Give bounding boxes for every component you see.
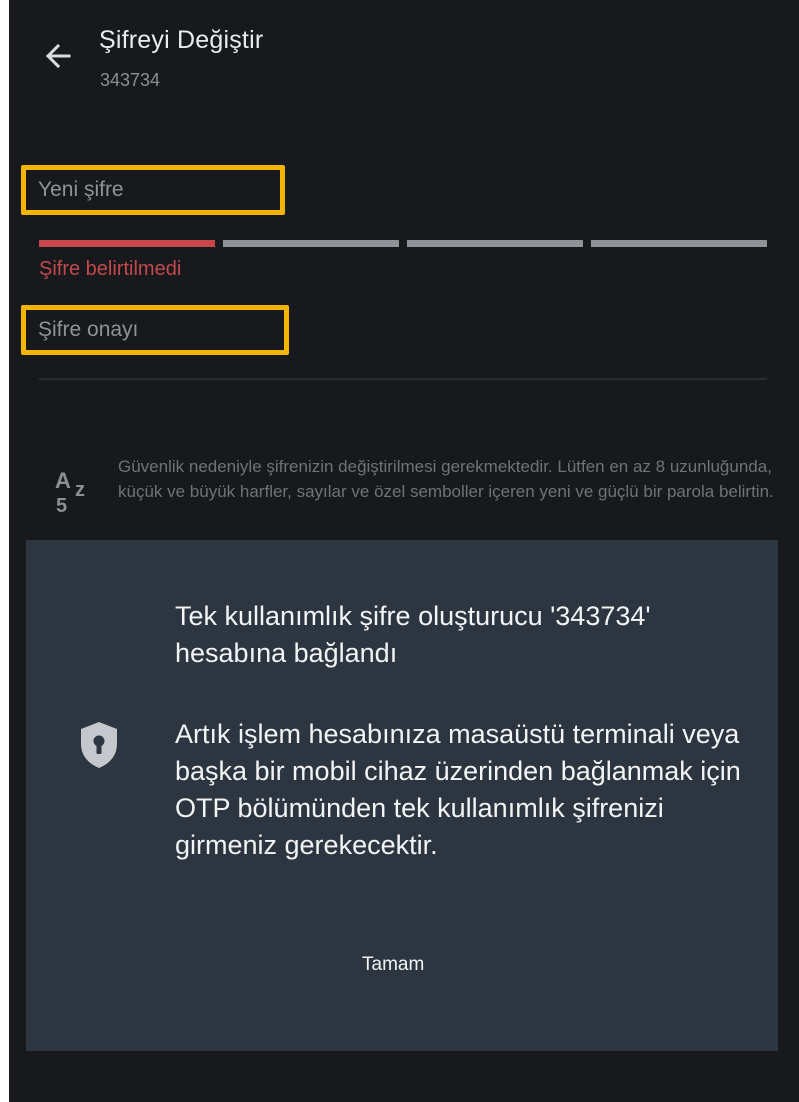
svg-text:z: z [75, 479, 85, 501]
back-button[interactable] [39, 34, 83, 78]
ok-button[interactable]: Tamam [342, 946, 444, 984]
password-strength-label: Şifre belirtilmedi [39, 258, 182, 280]
page-title: Şifreyi Değiştir [99, 26, 264, 54]
dialog-actions: Tamam [26, 740, 778, 975]
strength-bar-4 [591, 240, 767, 247]
az5-icon: A z 5 [53, 462, 97, 522]
account-number: 343734 [100, 70, 161, 90]
confirm-password-input[interactable] [21, 305, 289, 355]
otp-linked-dialog: Tek kullanımlık şifre oluşturucu '343734… [26, 540, 778, 1051]
new-password-input[interactable] [21, 165, 285, 215]
dialog-heading: Tek kullanımlık şifre oluşturucu '343734… [175, 601, 651, 668]
strength-bar-2 [223, 240, 399, 247]
svg-text:5: 5 [56, 495, 67, 517]
password-requirements-hint: Güvenlik nedeniyle şifrenizin değiştiril… [118, 457, 774, 501]
arrow-left-icon [45, 43, 71, 69]
strength-bar-3 [407, 240, 583, 247]
svg-text:A: A [55, 468, 71, 493]
confirm-field-underline [39, 378, 767, 380]
strength-bar-1 [39, 240, 215, 247]
change-password-screen: Şifreyi Değiştir 343734 Şifre belirtilme… [9, 0, 799, 1102]
